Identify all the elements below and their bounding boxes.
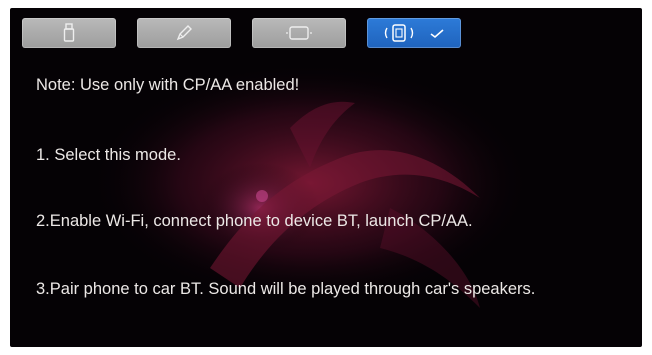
screen-frame-icon (286, 26, 312, 40)
mode-selector (22, 18, 472, 48)
step-2-text: 2.Enable Wi-Fi, connect phone to device … (36, 212, 473, 230)
check-icon (430, 29, 444, 39)
step-3-text: 3.Pair phone to car BT. Sound will be pl… (36, 280, 536, 298)
head-unit-screen: Note: Use only with CP/AA enabled! 1. Se… (10, 8, 642, 347)
usb-stick-icon (63, 23, 75, 42)
mode-screen-button[interactable] (252, 18, 346, 48)
mode-usb-button[interactable] (22, 18, 116, 48)
mode-pen-button[interactable] (137, 18, 231, 48)
step-1-text: 1. Select this mode. (36, 146, 181, 164)
pen-icon (176, 25, 192, 41)
phone-bluetooth-icon (384, 24, 414, 42)
mode-wireless-button[interactable] (367, 18, 461, 48)
note-text: Note: Use only with CP/AA enabled! (36, 76, 300, 94)
